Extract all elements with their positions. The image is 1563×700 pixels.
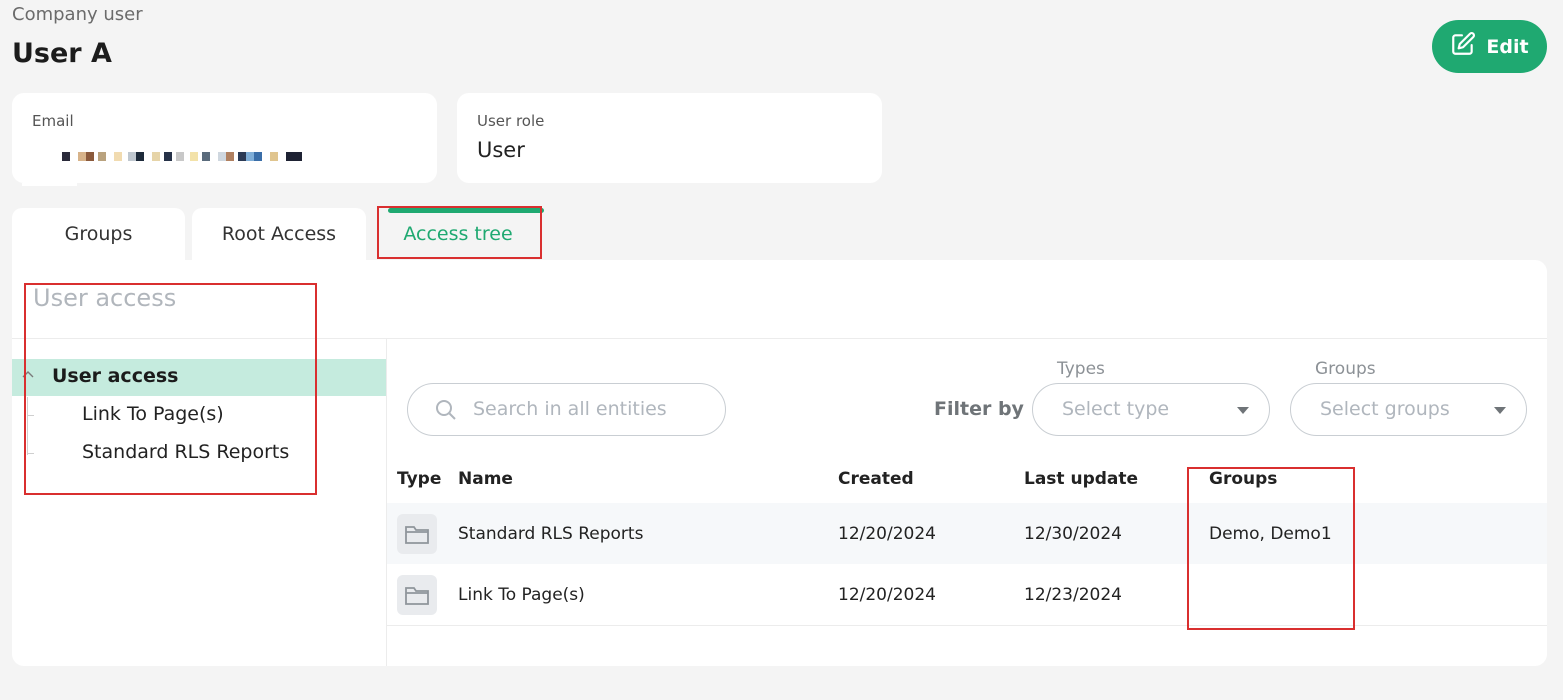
search-icon (435, 399, 457, 425)
column-header-last-update[interactable]: Last update (1024, 469, 1138, 489)
edit-icon (1450, 31, 1476, 62)
tab-root-access-label: Root Access (221, 223, 337, 245)
highlight-box-groups-column (1187, 467, 1355, 630)
types-select[interactable]: Select type (1032, 383, 1270, 436)
search-input[interactable]: Search in all entities (407, 383, 726, 436)
user-role-value: User (477, 138, 525, 162)
types-filter-label: Types (1057, 359, 1105, 379)
highlight-box-access-tab (377, 206, 542, 259)
row-last-update: 12/23/2024 (1024, 585, 1122, 605)
row-name[interactable]: Link To Page(s) (458, 585, 585, 605)
types-select-placeholder: Select type (1062, 398, 1170, 420)
filter-by-label: Filter by (934, 398, 1024, 420)
edit-button-label: Edit (1486, 35, 1529, 58)
caret-down-icon (1237, 407, 1249, 414)
user-role-card: User role User (457, 93, 882, 183)
page-title: User A (12, 38, 112, 69)
email-value-redacted (62, 152, 302, 161)
folder-icon (397, 575, 437, 615)
column-header-type[interactable]: Type (397, 469, 441, 489)
row-last-update: 12/30/2024 (1024, 524, 1122, 544)
highlight-box-tree (24, 283, 317, 495)
groups-select[interactable]: Select groups (1290, 383, 1527, 436)
tab-groups-label: Groups (64, 223, 133, 245)
user-role-label: User role (477, 112, 545, 130)
column-header-name[interactable]: Name (458, 469, 513, 489)
row-created: 12/20/2024 (838, 585, 936, 605)
groups-filter-label: Groups (1315, 359, 1376, 379)
tab-root-access[interactable]: Root Access (192, 208, 366, 260)
groups-select-placeholder: Select groups (1320, 398, 1450, 420)
page-subtitle: Company user (12, 4, 143, 25)
email-card: Email (12, 93, 437, 186)
column-header-created[interactable]: Created (838, 469, 914, 489)
caret-down-icon (1494, 407, 1506, 414)
search-placeholder: Search in all entities (473, 398, 667, 420)
row-created: 12/20/2024 (838, 524, 936, 544)
edit-button[interactable]: Edit (1432, 20, 1547, 73)
email-label: Email (32, 112, 74, 130)
row-name[interactable]: Standard RLS Reports (458, 524, 643, 544)
tab-groups[interactable]: Groups (12, 208, 185, 260)
folder-icon (397, 514, 437, 554)
